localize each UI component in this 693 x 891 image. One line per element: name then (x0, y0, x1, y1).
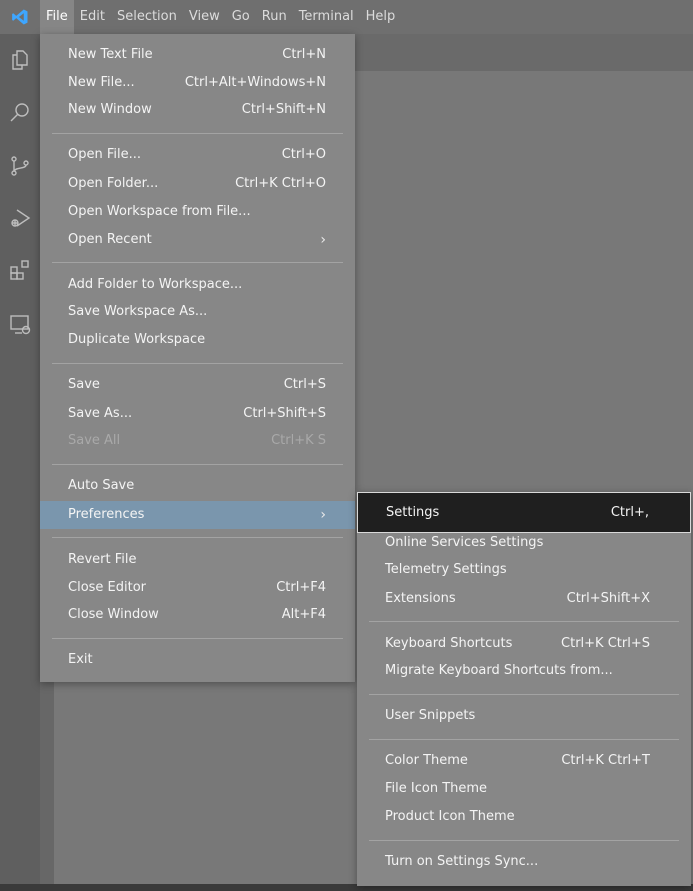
menu-item-open-file[interactable]: Open File... Ctrl+O (40, 141, 355, 169)
search-icon[interactable] (6, 98, 34, 126)
explorer-icon[interactable] (6, 46, 34, 74)
menu-item-settings-sync[interactable]: Turn on Settings Sync... (357, 848, 691, 876)
menu-separator (52, 133, 343, 134)
menu-item-auto-save[interactable]: Auto Save (40, 472, 355, 500)
menu-separator (52, 363, 343, 364)
menu-item-settings[interactable]: Settings Ctrl+, (357, 492, 691, 533)
menu-item-open-workspace[interactable]: Open Workspace from File... (40, 198, 355, 226)
menu-item-color-theme[interactable]: Color Theme Ctrl+K Ctrl+T (357, 747, 691, 775)
menu-item-user-snippets[interactable]: User Snippets (357, 702, 691, 730)
menu-item-extensions[interactable]: Extensions Ctrl+Shift+X (357, 585, 691, 613)
menu-run[interactable]: Run (256, 0, 293, 34)
vscode-logo-icon (0, 0, 40, 34)
menu-terminal[interactable]: Terminal (293, 0, 360, 34)
menu-item-open-folder[interactable]: Open Folder... Ctrl+K Ctrl+O (40, 170, 355, 198)
menu-separator (369, 840, 679, 841)
run-debug-icon[interactable] (6, 204, 34, 232)
menu-item-add-folder[interactable]: Add Folder to Workspace... (40, 271, 355, 299)
remote-explorer-icon[interactable] (6, 310, 34, 338)
menu-separator (52, 537, 343, 538)
chevron-right-icon: › (320, 507, 326, 523)
menu-item-file-icon-theme[interactable]: File Icon Theme (357, 775, 691, 803)
source-control-icon[interactable] (6, 152, 34, 180)
menu-separator (369, 621, 679, 622)
file-menu: New Text File Ctrl+N New File... Ctrl+Al… (40, 34, 355, 682)
menu-separator (369, 694, 679, 695)
menu-item-new-window[interactable]: New Window Ctrl+Shift+N (40, 96, 355, 124)
menu-item-keyboard-shortcuts[interactable]: Keyboard Shortcuts Ctrl+K Ctrl+S (357, 630, 691, 658)
menu-help[interactable]: Help (360, 0, 402, 34)
menu-item-migrate-keyboard-shortcuts[interactable]: Migrate Keyboard Shortcuts from... (357, 657, 691, 685)
extensions-icon[interactable] (6, 256, 34, 284)
title-bar: File Edit Selection View Go Run Terminal… (0, 0, 693, 34)
menu-item-open-recent[interactable]: Open Recent › (40, 226, 355, 254)
menu-item-revert-file[interactable]: Revert File (40, 546, 355, 574)
menu-item-close-window[interactable]: Close Window Alt+F4 (40, 601, 355, 629)
menu-go[interactable]: Go (226, 0, 256, 34)
menu-separator (52, 464, 343, 465)
chevron-right-icon: › (320, 232, 326, 248)
menu-separator (52, 638, 343, 639)
menu-item-preferences[interactable]: Preferences › (40, 501, 355, 529)
menu-selection[interactable]: Selection (111, 0, 183, 34)
menu-view[interactable]: View (183, 0, 226, 34)
menu-item-exit[interactable]: Exit (40, 646, 355, 674)
menu-item-duplicate-workspace[interactable]: Duplicate Workspace (40, 326, 355, 354)
menu-separator (52, 262, 343, 263)
activity-bar (0, 34, 40, 891)
menu-item-new-text-file[interactable]: New Text File Ctrl+N (40, 41, 355, 69)
menu-item-save-all: Save All Ctrl+K S (68, 433, 326, 448)
menu-item-product-icon-theme[interactable]: Product Icon Theme (357, 803, 691, 831)
menu-item-online-services-settings[interactable]: Online Services Settings (357, 529, 691, 557)
preferences-submenu: Settings Ctrl+, Online Services Settings… (357, 492, 691, 886)
menu-separator (369, 739, 679, 740)
menu-item-new-file[interactable]: New File... Ctrl+Alt+Windows+N (40, 69, 355, 97)
menu-item-save-as[interactable]: Save As... Ctrl+Shift+S (40, 400, 355, 428)
menu-file[interactable]: File (40, 0, 74, 34)
menu-edit[interactable]: Edit (74, 0, 111, 34)
menu-item-telemetry-settings[interactable]: Telemetry Settings (357, 556, 691, 584)
menu-item-save-workspace-as[interactable]: Save Workspace As... (40, 298, 355, 326)
menu-item-save[interactable]: Save Ctrl+S (40, 371, 355, 399)
menu-item-close-editor[interactable]: Close Editor Ctrl+F4 (40, 574, 355, 602)
